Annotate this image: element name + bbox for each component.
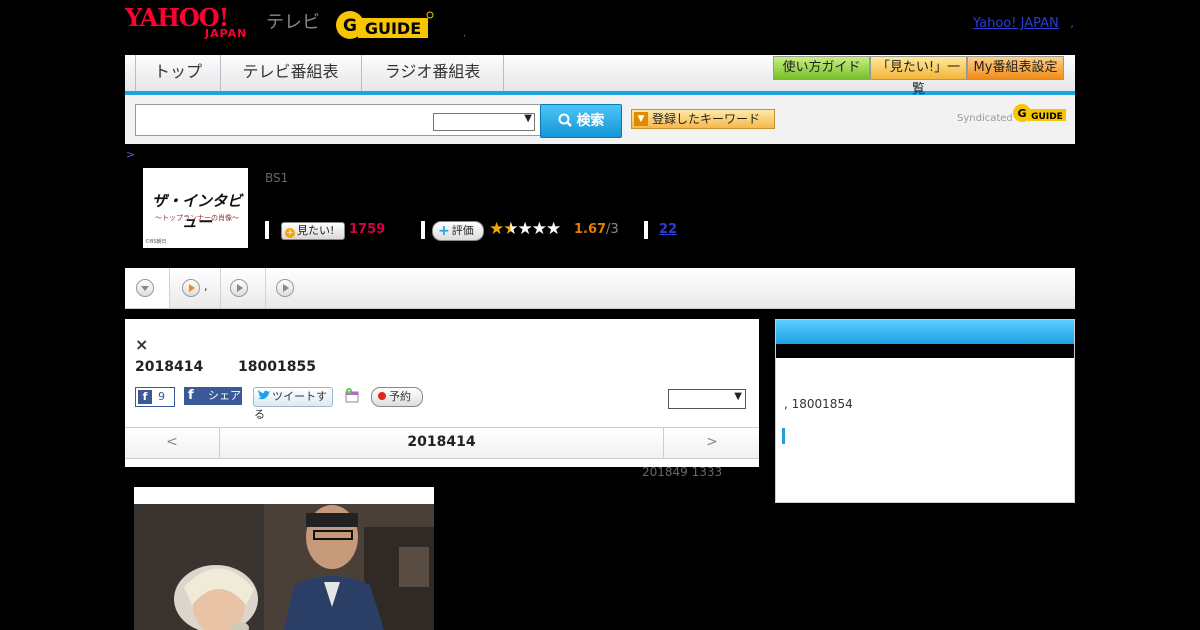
yahoo-japan-link[interactable]: Yahoo! JAPAN <box>973 16 1059 31</box>
search-icon <box>558 113 577 129</box>
header-dot: , <box>463 28 467 39</box>
search-bar: ▼ 検索 ▼ 登録したキーワード Syndicated G GUIDE <box>125 95 1075 144</box>
prev-day-button[interactable]: < <box>125 428 220 458</box>
rating-max: /3 <box>606 222 619 237</box>
chevron-down-icon: ▼ <box>524 113 532 124</box>
tab-related-3[interactable] <box>266 268 310 308</box>
thumbnail-copyright: ©BS朝日 <box>145 239 167 245</box>
rating-value: 1.67 <box>574 222 607 237</box>
chevron-down-circle-icon <box>136 279 154 297</box>
yahoo-japan-logo-text: JAPAN <box>205 27 248 40</box>
side-panel-text: , 18001854 <box>784 397 853 411</box>
side-panel: , 18001854 <box>775 319 1075 503</box>
play-icon <box>182 279 200 297</box>
star-empty-icon: ★ <box>531 219 547 239</box>
current-date: 2018414 <box>407 434 476 450</box>
side-panel-band <box>776 344 1074 358</box>
syndicated-gguide-logo: G GUIDE <box>1012 103 1068 127</box>
star-empty-icon: ★ <box>546 219 561 239</box>
plus-icon: + <box>438 223 450 239</box>
syndicated-gguide-logo-text: GUIDE <box>1031 112 1063 122</box>
reserve-button[interactable]: 予約 <box>371 387 423 407</box>
play-icon <box>276 279 294 297</box>
tab-radio-schedule[interactable]: ラジオ番組表 <box>362 55 504 91</box>
divider <box>265 221 269 239</box>
program-photo <box>134 487 434 630</box>
usage-guide-button[interactable]: 使い方ガイド <box>773 56 870 80</box>
thumbnail-title: ザ・インタビュー <box>151 192 242 231</box>
calendar-add-icon[interactable]: + <box>343 387 361 409</box>
search-button-label: 検索 <box>576 113 605 129</box>
facebook-icon: f <box>188 388 194 403</box>
mitai-count: 1759 <box>349 222 386 237</box>
star-empty-icon: ★ <box>517 219 533 239</box>
thumbnail-subtitle: 〜トップランナーの肖像〜 <box>155 214 239 222</box>
tab-related-1[interactable]: , <box>170 268 221 308</box>
search-button[interactable]: 検索 <box>540 104 622 138</box>
facebook-share-label: シェア <box>208 389 241 402</box>
divider <box>644 221 648 239</box>
plus-icon: + <box>285 228 295 238</box>
search-category-select[interactable]: ▼ <box>433 113 535 131</box>
tab-program-info[interactable] <box>125 268 170 308</box>
channel-name: BS1 <box>265 171 289 185</box>
side-panel-header <box>776 320 1074 344</box>
twitter-bird-icon <box>258 390 270 400</box>
reserve-button-label: 予約 <box>389 390 411 403</box>
svg-text:+: + <box>346 388 351 395</box>
close-icon[interactable]: × <box>135 335 148 354</box>
mitai-button[interactable]: + 見たい! <box>281 222 345 240</box>
tab-top[interactable]: トップ <box>135 55 221 91</box>
next-day-button[interactable]: > <box>663 428 760 458</box>
star-rating: ★★★★★ <box>489 219 561 239</box>
star-full-icon: ★ <box>489 219 504 239</box>
gguide-logo-text: GUIDE <box>365 19 421 38</box>
star-half-icon: ★ <box>503 219 518 239</box>
tab-tv-schedule[interactable]: テレビ番組表 <box>220 55 362 91</box>
facebook-like-count: 9 <box>158 390 165 403</box>
recorder-select[interactable]: ▼ <box>668 389 746 409</box>
last-updated: 201849 1333 <box>642 465 723 479</box>
tv-logo-text: テレビ <box>266 12 320 33</box>
syndicated-label: Syndicated <box>957 113 1013 124</box>
program-tabs: , <box>125 268 1075 309</box>
program-detail-panel: × 2018414 18001855 f9 f シェア ツイートする + 予約 ▼… <box>125 319 759 467</box>
my-schedule-settings-button[interactable]: My番組表設定 <box>967 56 1064 80</box>
search-input[interactable]: ▼ <box>135 104 541 136</box>
program-photo-image <box>134 487 434 630</box>
divider <box>421 221 425 239</box>
tab-related-2[interactable] <box>221 268 266 308</box>
program-date: 2018414 <box>135 359 204 375</box>
program-thumbnail: ザ・インタビュー 〜トップランナーの肖像〜 ©BS朝日 <box>143 168 248 248</box>
facebook-icon: f <box>138 390 152 404</box>
registered-keywords-label: 登録したキーワード <box>652 112 761 126</box>
facebook-share-button[interactable]: f シェア <box>184 387 242 405</box>
play-icon <box>230 279 248 297</box>
mitai-list-button[interactable]: 「見たい!」一覧 <box>870 56 967 97</box>
tab-comma: , <box>204 280 208 293</box>
header-comma: , <box>1070 16 1075 31</box>
svg-text:G: G <box>1017 107 1026 120</box>
dropdown-arrow-icon: ▼ <box>634 112 648 126</box>
date-navigation: < 2018414 > <box>125 427 759 459</box>
record-icon <box>378 392 386 400</box>
review-count-link[interactable]: 22 <box>659 222 677 237</box>
breadcrumb[interactable]: > <box>126 148 135 161</box>
main-nav: トップ テレビ番組表 ラジオ番組表 使い方ガイド 「見たい!」一覧 My番組表設… <box>125 55 1075 97</box>
tweet-button[interactable]: ツイートする <box>253 387 333 421</box>
registered-keywords-button[interactable]: ▼ 登録したキーワード <box>631 109 775 129</box>
rate-button[interactable]: + 評価 <box>432 221 484 241</box>
program-time: 18001855 <box>238 359 316 375</box>
svg-text:G: G <box>343 16 357 36</box>
chevron-down-icon: ▼ <box>734 391 742 402</box>
mitai-button-label: 見たい! <box>297 224 335 237</box>
facebook-like-button[interactable]: f9 <box>135 387 175 407</box>
rate-button-label: 評価 <box>451 224 474 237</box>
side-panel-accent-bar <box>782 428 785 444</box>
gguide-logo[interactable]: G GUIDE <box>334 9 434 45</box>
